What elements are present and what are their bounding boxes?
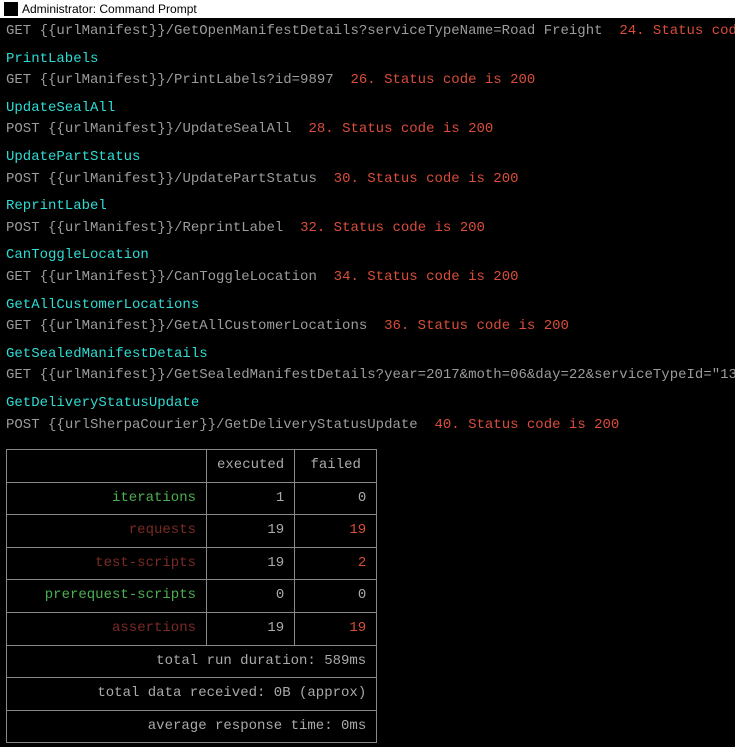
table-header-row: executed failed	[7, 450, 377, 483]
row-label: assertions	[7, 613, 207, 646]
row-failed: 0	[295, 482, 377, 515]
status-text: 26. Status code is 200	[334, 72, 536, 88]
console-output: GET {{urlManifest}}/GetOpenManifestDetai…	[0, 18, 735, 747]
status-text: 40. Status code is 200	[418, 417, 620, 433]
status-text: 32. Status code is 200	[283, 220, 485, 236]
http-method: POST	[6, 171, 48, 187]
row-executed: 19	[207, 613, 295, 646]
request-name: UpdateSealAll	[6, 99, 729, 119]
row-executed: 0	[207, 580, 295, 613]
http-method: POST	[6, 417, 48, 433]
cmd-icon	[4, 2, 18, 16]
row-executed: 1	[207, 482, 295, 515]
request-line: GET {{urlManifest}}/CanToggleLocation 34…	[6, 268, 729, 288]
request-name: ReprintLabel	[6, 197, 729, 217]
row-label: requests	[7, 515, 207, 548]
http-method: GET	[6, 318, 40, 334]
window-title: Administrator: Command Prompt	[22, 2, 197, 16]
request-line: GET {{urlManifest}}/GetSealedManifestDet…	[6, 366, 729, 386]
request-url: {{urlSherpaCourier}}/GetDeliveryStatusUp…	[48, 417, 418, 433]
http-method: GET	[6, 72, 40, 88]
request-line: POST {{urlManifest}}/UpdatePartStatus 30…	[6, 170, 729, 190]
status-text: 36. Status code is 200	[367, 318, 569, 334]
status-text: 30. Status code is 200	[317, 171, 519, 187]
row-failed: 0	[295, 580, 377, 613]
request-line: POST {{urlSherpaCourier}}/GetDeliverySta…	[6, 416, 729, 436]
header-failed: failed	[295, 450, 377, 483]
table-footer-row: total run duration: 589ms	[7, 645, 377, 678]
row-failed: 19	[295, 515, 377, 548]
http-method: GET	[6, 23, 40, 39]
row-failed: 19	[295, 613, 377, 646]
row-label: prerequest-scripts	[7, 580, 207, 613]
status-text: 24. Status code is	[603, 23, 735, 39]
request-line: GET {{urlManifest}}/GetOpenManifestDetai…	[6, 22, 729, 42]
status-text: 28. Status code is 200	[292, 121, 494, 137]
header-blank	[7, 450, 207, 483]
table-row: requests1919	[7, 515, 377, 548]
header-executed: executed	[207, 450, 295, 483]
row-executed: 19	[207, 515, 295, 548]
row-failed: 2	[295, 547, 377, 580]
request-name: CanToggleLocation	[6, 246, 729, 266]
table-row: assertions1919	[7, 613, 377, 646]
title-bar[interactable]: Administrator: Command Prompt	[0, 0, 735, 18]
request-line: GET {{urlManifest}}/GetAllCustomerLocati…	[6, 317, 729, 337]
table-row: test-scripts192	[7, 547, 377, 580]
request-url: {{urlManifest}}/GetAllCustomerLocations	[40, 318, 368, 334]
summary-table: executed failed iterations10requests1919…	[6, 449, 377, 743]
request-name: UpdatePartStatus	[6, 148, 729, 168]
request-name: GetAllCustomerLocations	[6, 296, 729, 316]
request-line: GET {{urlManifest}}/PrintLabels?id=9897 …	[6, 71, 729, 91]
request-line: POST {{urlManifest}}/UpdateSealAll 28. S…	[6, 120, 729, 140]
table-row: iterations10	[7, 482, 377, 515]
table-footer-row: total data received: 0B (approx)	[7, 678, 377, 711]
footer-text: total run duration: 589ms	[7, 645, 377, 678]
request-url: {{urlManifest}}/UpdatePartStatus	[48, 171, 317, 187]
request-line: POST {{urlManifest}}/ReprintLabel 32. St…	[6, 219, 729, 239]
request-url: {{urlManifest}}/GetSealedManifestDetails…	[40, 367, 735, 383]
table-footer-row: average response time: 0ms	[7, 710, 377, 743]
request-url: {{urlManifest}}/PrintLabels?id=9897	[40, 72, 334, 88]
request-url: {{urlManifest}}/ReprintLabel	[48, 220, 283, 236]
footer-text: total data received: 0B (approx)	[7, 678, 377, 711]
request-url: {{urlManifest}}/CanToggleLocation	[40, 269, 317, 285]
row-label: test-scripts	[7, 547, 207, 580]
footer-text: average response time: 0ms	[7, 710, 377, 743]
row-executed: 19	[207, 547, 295, 580]
http-method: POST	[6, 121, 48, 137]
http-method: GET	[6, 269, 40, 285]
table-row: prerequest-scripts00	[7, 580, 377, 613]
status-text: 34. Status code is 200	[317, 269, 519, 285]
request-name: GetDeliveryStatusUpdate	[6, 394, 729, 414]
http-method: POST	[6, 220, 48, 236]
http-method: GET	[6, 367, 40, 383]
request-name: PrintLabels	[6, 50, 729, 70]
row-label: iterations	[7, 482, 207, 515]
request-url: {{urlManifest}}/UpdateSealAll	[48, 121, 292, 137]
request-url: {{urlManifest}}/GetOpenManifestDetails?s…	[40, 23, 603, 39]
request-name: GetSealedManifestDetails	[6, 345, 729, 365]
